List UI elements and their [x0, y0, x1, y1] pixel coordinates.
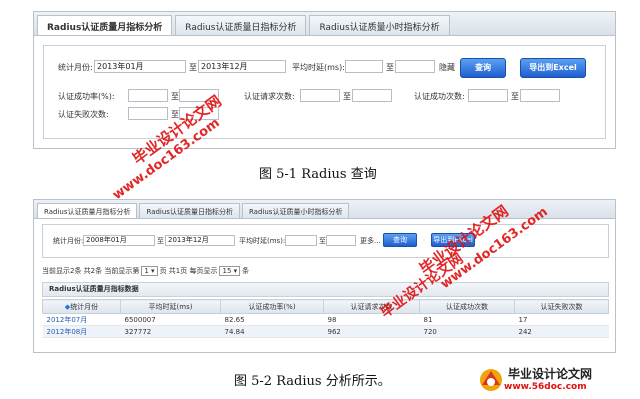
delay-label: 平均时延(ms):	[292, 63, 345, 72]
pagination-bar: 当前显示2条 共2条 当前显示第 1 ▾ 页 共1页 每页显示 15 ▾ 条	[42, 266, 249, 276]
page-size-select[interactable]: 15 ▾	[219, 266, 241, 276]
export-excel-button[interactable]: 导出到Excel	[520, 58, 586, 78]
month-label: 统计月份:	[58, 63, 93, 72]
logo-url: www.56doc.com	[504, 382, 587, 392]
pager-mid: 页 共1页 每页显示	[159, 267, 218, 275]
cell-delay: 327772	[120, 325, 221, 338]
success-count-from-input[interactable]	[468, 89, 508, 102]
cell-success-rate: 74.84	[220, 325, 324, 338]
tab-daily-analysis[interactable]: Radius认证质量日指标分析	[175, 15, 307, 35]
radius-query-screenshot: Radius认证质量月指标分析 Radius认证质量日指标分析 Radius认证…	[33, 11, 616, 149]
table-row[interactable]: 2012年07月 6500007 82.65 98 81 17	[42, 313, 609, 326]
request-count-separator: 至	[343, 92, 351, 101]
cell-request-count: 962	[323, 325, 420, 338]
more-link[interactable]: 更多...	[360, 236, 381, 246]
query-button[interactable]: 查询	[383, 233, 417, 247]
success-rate-from-input[interactable]	[128, 89, 168, 102]
logo-name: 毕业设计论文网	[508, 367, 593, 381]
tab-hourly-analysis[interactable]: Radius认证质量小时指标分析	[309, 15, 450, 35]
tab-daily-analysis[interactable]: Radius认证质量日指标分析	[139, 203, 240, 218]
month-to-separator: 至	[157, 237, 164, 245]
grid-title: Radius认证质量月指标数据	[42, 282, 609, 297]
cell-fail-count: 242	[514, 325, 609, 338]
column-header-success-count[interactable]: 认证成功次数	[419, 299, 515, 314]
month-to-input[interactable]: 2013年12月	[165, 235, 235, 246]
delay-to-input[interactable]	[395, 60, 435, 73]
tab-bar: Radius认证质量月指标分析 Radius认证质量日指标分析 Radius认证…	[34, 12, 615, 36]
request-count-label: 认证请求次数:	[244, 92, 295, 101]
success-count-separator: 至	[511, 92, 519, 101]
success-count-to-input[interactable]	[520, 89, 560, 102]
cell-request-count: 98	[323, 313, 420, 326]
cell-success-rate: 82.65	[220, 313, 324, 326]
delay-label: 平均时延(ms):	[239, 237, 286, 245]
success-rate-label: 认证成功率(%):	[58, 92, 115, 101]
figure-caption-1: 图 5-1 Radius 查询	[259, 167, 377, 182]
pager-suffix: 条	[242, 267, 250, 275]
month-from-input[interactable]: 2013年01月	[94, 60, 186, 73]
fail-count-from-input[interactable]	[128, 107, 168, 120]
success-rate-separator: 至	[171, 92, 179, 101]
cell-success-count: 720	[419, 325, 515, 338]
tab-hourly-analysis[interactable]: Radius认证质量小时指标分析	[241, 203, 350, 218]
month-to-separator: 至	[189, 63, 197, 72]
column-header-month[interactable]: ◆统计月份	[42, 299, 121, 314]
query-button[interactable]: 查询	[460, 58, 506, 78]
column-header-fail-count[interactable]: 认证失败次数	[514, 299, 609, 314]
month-to-input[interactable]: 2013年12月	[198, 60, 286, 73]
column-header-delay[interactable]: 平均时延(ms)	[120, 299, 221, 314]
delay-from-input[interactable]	[285, 235, 317, 246]
request-count-to-input[interactable]	[352, 89, 392, 102]
fail-count-label: 认证失败次数:	[58, 110, 109, 119]
success-count-label: 认证成功次数:	[414, 92, 465, 101]
tab-monthly-analysis[interactable]: Radius认证质量月指标分析	[37, 15, 173, 35]
month-label: 统计月份:	[53, 237, 84, 245]
delay-separator: 至	[386, 63, 394, 72]
site-logo: 毕业设计论文网 www.56doc.com	[478, 365, 628, 395]
monthly-data-table: ◆统计月份 平均时延(ms) 认证成功率(%) 认证请求次数 认证成功次数 认证…	[42, 299, 609, 338]
figure-caption-2: 图 5-2 Radius 分析所示。	[234, 374, 391, 389]
page-number-select[interactable]: 1 ▾	[141, 266, 158, 276]
page-size-value: 15	[222, 267, 232, 275]
cell-delay: 6500007	[120, 313, 221, 326]
hide-link[interactable]: 隐藏	[439, 62, 455, 73]
column-header-success-rate[interactable]: 认证成功率(%)	[220, 299, 324, 314]
cell-success-count: 81	[419, 313, 515, 326]
tab-monthly-analysis[interactable]: Radius认证质量月指标分析	[37, 203, 138, 218]
delay-separator: 至	[319, 237, 326, 245]
query-form: 统计月份: 2013年01月 至 2013年12月 平均时延(ms): 至 隐藏…	[43, 45, 606, 139]
request-count-from-input[interactable]	[300, 89, 340, 102]
month-from-input[interactable]: 2008年01月	[83, 235, 155, 246]
delay-from-input[interactable]	[345, 60, 383, 73]
logo-icon	[480, 369, 502, 391]
cell-fail-count: 17	[514, 313, 609, 326]
delay-to-input[interactable]	[326, 235, 356, 246]
table-row[interactable]: 2012年08月 327772 74.84 962 720 242	[42, 325, 609, 338]
cell-month[interactable]: 2012年08月	[42, 325, 121, 338]
cell-month[interactable]: 2012年07月	[42, 313, 121, 326]
pager-prefix: 当前显示2条 共2条 当前显示第	[42, 267, 140, 275]
page-number-value: 1	[144, 267, 149, 275]
